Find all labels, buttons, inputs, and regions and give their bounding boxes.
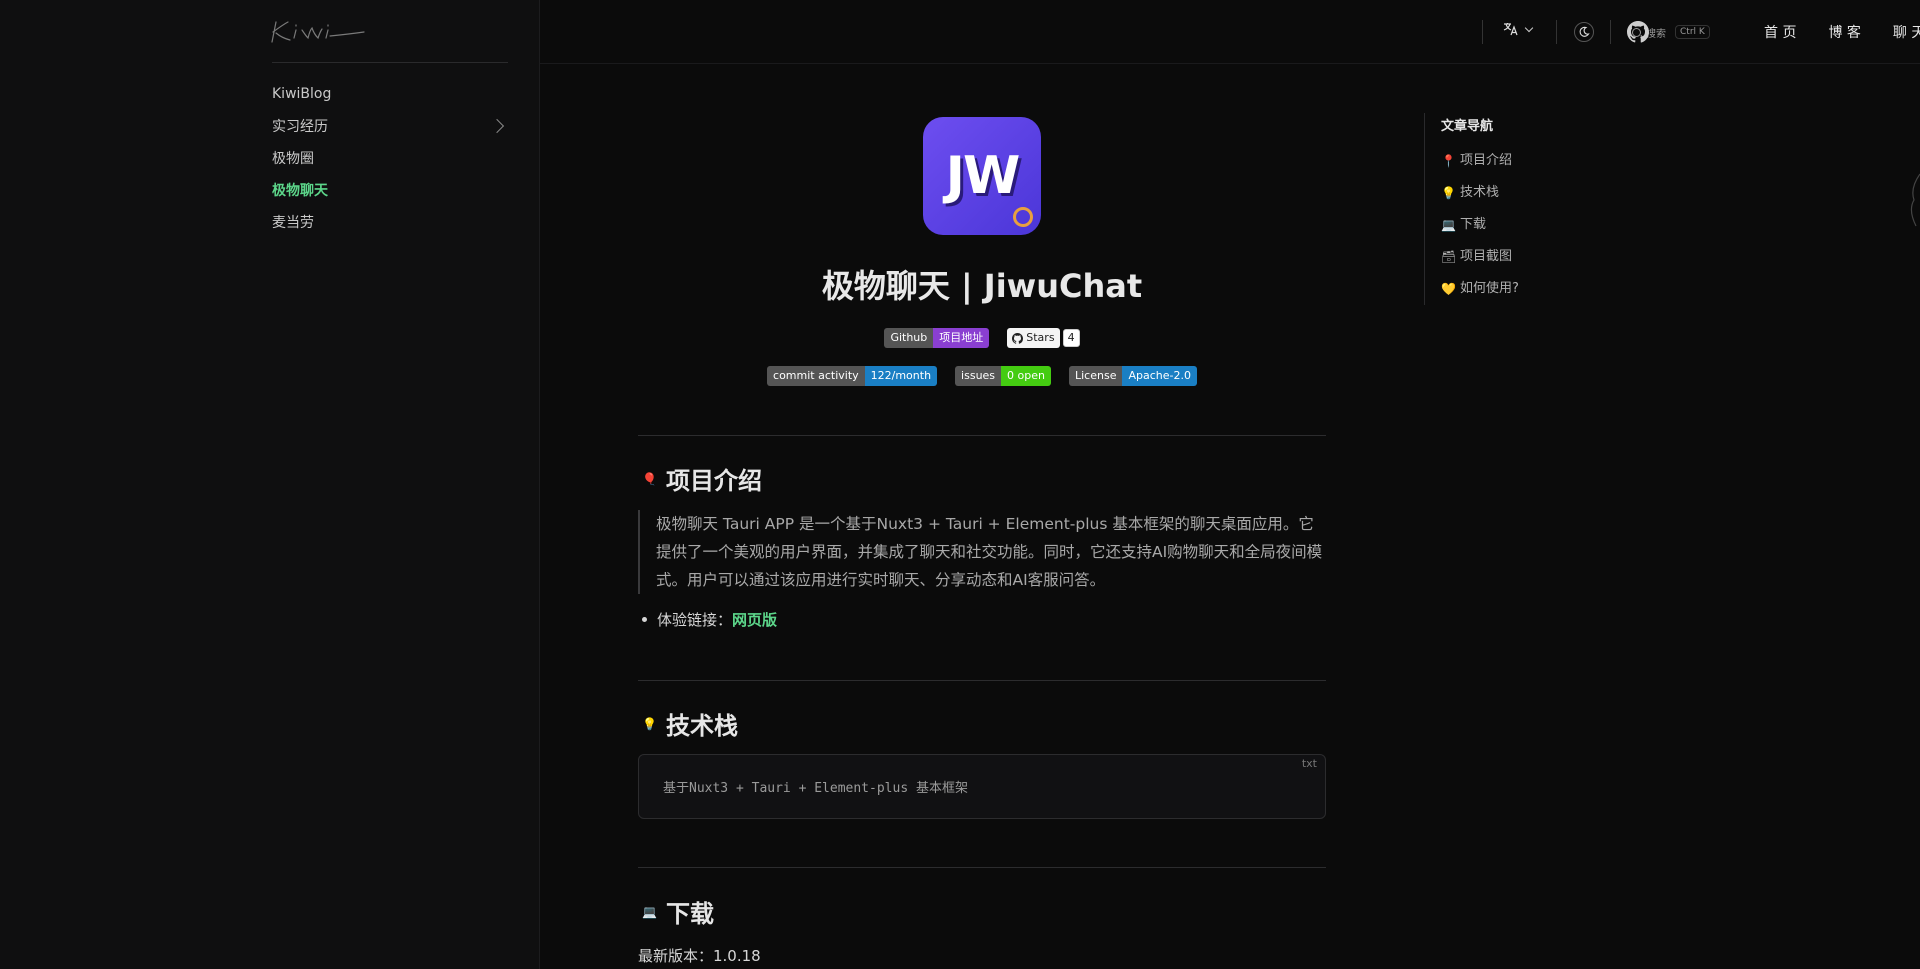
code-text: 基于Nuxt3 + Tauri + Element-plus 基本框架 — [663, 781, 968, 796]
header-divider — [1556, 20, 1557, 44]
decorative-illustration — [1910, 173, 1920, 227]
table-of-contents: 文章导航 📍 项目介绍 💡 技术栈 💻 下载 🗃 项目截图 💛 如何使用? — [1424, 113, 1574, 305]
badge-value: 122/month — [864, 366, 938, 386]
page: KiwiBlog 实习经历 极物圈 极物聊天 麦当劳 搜索 Ctrl K 首 页… — [0, 0, 1920, 969]
issues-badge[interactable]: issues 0 open — [955, 366, 1051, 386]
intro-blockquote: 极物聊天 Tauri APP 是一个基于Nuxt3 + Tauri + Elem… — [638, 510, 1326, 594]
badge-label: License — [1069, 366, 1123, 386]
sidebar-item-label: KiwiBlog — [272, 86, 332, 102]
github-icon[interactable] — [1627, 21, 1649, 43]
toc-item-label: 项目截图 — [1460, 249, 1513, 264]
sidebar-item-label: 极物聊天 — [272, 183, 328, 199]
theme-toggle-button[interactable] — [1574, 22, 1594, 42]
toc-item-usage[interactable]: 💛 如何使用? — [1441, 273, 1574, 305]
laptop-icon: 💻 — [642, 904, 657, 919]
sidebar-item-jiwuquan[interactable]: 极物圈 — [272, 142, 508, 174]
app-logo: JW — [923, 117, 1041, 235]
sidebar-item-label: 极物圈 — [272, 151, 314, 167]
badge-label: commit activity — [767, 366, 865, 386]
toc-item-stack[interactable]: 💡 技术栈 — [1441, 177, 1574, 209]
web-version-link[interactable]: 网页版 — [732, 609, 777, 630]
sidebar-item-mcdonalds[interactable]: 麦当劳 — [272, 206, 508, 238]
license-badge[interactable]: License Apache-2.0 — [1069, 366, 1197, 386]
lightbulb-icon: 💡 — [1441, 186, 1456, 200]
section-heading-download: 💻 下载 — [642, 894, 714, 929]
section-heading-stack: 💡 技术栈 — [642, 706, 738, 741]
section-heading-text: 项目介绍 — [666, 467, 762, 495]
badge-value: 0 open — [1001, 366, 1051, 386]
search-label: 搜索 — [1646, 28, 1666, 40]
toc-item-screenshots[interactable]: 🗃 项目截图 — [1441, 241, 1574, 273]
code-language-tag: txt — [1301, 757, 1317, 770]
bullet-label: 体验链接： — [657, 611, 733, 629]
laptop-icon: 💻 — [1441, 218, 1456, 232]
balloon-icon: 🎈 — [642, 471, 657, 486]
pin-icon: 📍 — [1441, 154, 1456, 168]
top-header: 搜索 Ctrl K 首 页 博 客 聊 天 项目 — [540, 0, 1920, 64]
sidebar: KiwiBlog 实习经历 极物圈 极物聊天 麦当劳 — [0, 0, 540, 969]
badge-row-secondary: commit activity 122/month issues 0 open … — [638, 366, 1326, 386]
github-stars-badge[interactable]: Stars 4 — [1007, 328, 1080, 348]
bullet-dot — [642, 617, 647, 622]
badge-label: Github — [884, 328, 934, 348]
commit-activity-badge[interactable]: commit activity 122/month — [767, 366, 938, 386]
language-switcher[interactable] — [1502, 21, 1534, 37]
translate-icon — [1503, 23, 1518, 36]
moon-icon — [1579, 26, 1590, 37]
badge-value: 项目地址 — [933, 328, 990, 348]
chevron-down-icon — [1524, 23, 1534, 32]
section-heading-intro: 🎈 项目介绍 — [642, 461, 762, 496]
sidebar-item-jiwuchat[interactable]: 极物聊天 — [272, 174, 508, 206]
toc-item-label: 项目介绍 — [1460, 153, 1513, 168]
nav-chat[interactable]: 聊 天 — [1893, 22, 1920, 42]
badge-label: issues — [955, 366, 1002, 386]
github-icon — [1012, 332, 1024, 344]
latest-version-text: 最新版本：1.0.18 — [638, 947, 761, 965]
heart-icon: 💛 — [1441, 282, 1456, 296]
section-heading-text: 技术栈 — [666, 712, 738, 740]
nav-home[interactable]: 首 页 — [1764, 22, 1796, 42]
github-repo-badge[interactable]: Github 项目地址 — [884, 328, 990, 348]
section-divider — [638, 680, 1326, 681]
badge-row-primary: Github 项目地址 Stars 4 — [638, 328, 1326, 348]
sidebar-item-label: 实习经历 — [272, 119, 328, 135]
toc-item-label: 技术栈 — [1460, 185, 1500, 200]
nav-blog[interactable]: 博 客 — [1828, 22, 1860, 42]
sidebar-divider — [272, 62, 508, 63]
code-block: txt 基于Nuxt3 + Tauri + Element-plus 基本框架 — [638, 754, 1326, 819]
search-shortcut: Ctrl K — [1675, 25, 1710, 39]
link-icon — [1013, 207, 1033, 227]
site-logo[interactable] — [270, 16, 366, 46]
lightbulb-icon: 💡 — [642, 716, 657, 731]
stars-button[interactable]: Stars — [1007, 328, 1060, 348]
stars-label: Stars — [1026, 331, 1055, 344]
app-logo-text: JW — [945, 146, 1021, 206]
list-item: 体验链接： 网页版 — [642, 609, 777, 630]
toc-item-download[interactable]: 💻 下载 — [1441, 209, 1574, 241]
sidebar-item-kiwiblog[interactable]: KiwiBlog — [272, 78, 508, 110]
top-nav: 首 页 博 客 聊 天 项目 — [1764, 20, 1920, 44]
section-heading-text: 下载 — [666, 900, 714, 928]
chevron-right-icon — [489, 118, 505, 134]
header-divider — [1482, 20, 1483, 44]
toc-item-label: 下载 — [1460, 217, 1487, 232]
page-title: 极物聊天 | JiwuChat — [821, 267, 1143, 305]
sidebar-item-label: 麦当劳 — [272, 215, 314, 231]
header-divider — [1610, 20, 1611, 44]
stars-count: 4 — [1062, 329, 1080, 347]
toc-title: 文章导航 — [1441, 119, 1494, 134]
section-divider — [638, 435, 1326, 436]
sidebar-item-internship[interactable]: 实习经历 — [272, 110, 508, 142]
file-box-icon: 🗃 — [1441, 250, 1457, 264]
sidebar-nav: KiwiBlog 实习经历 极物圈 极物聊天 麦当劳 — [272, 78, 508, 238]
section-divider — [638, 867, 1326, 868]
toc-item-intro[interactable]: 📍 项目介绍 — [1441, 145, 1574, 177]
toc-item-label: 如何使用? — [1460, 281, 1519, 296]
badge-value: Apache-2.0 — [1122, 366, 1197, 386]
